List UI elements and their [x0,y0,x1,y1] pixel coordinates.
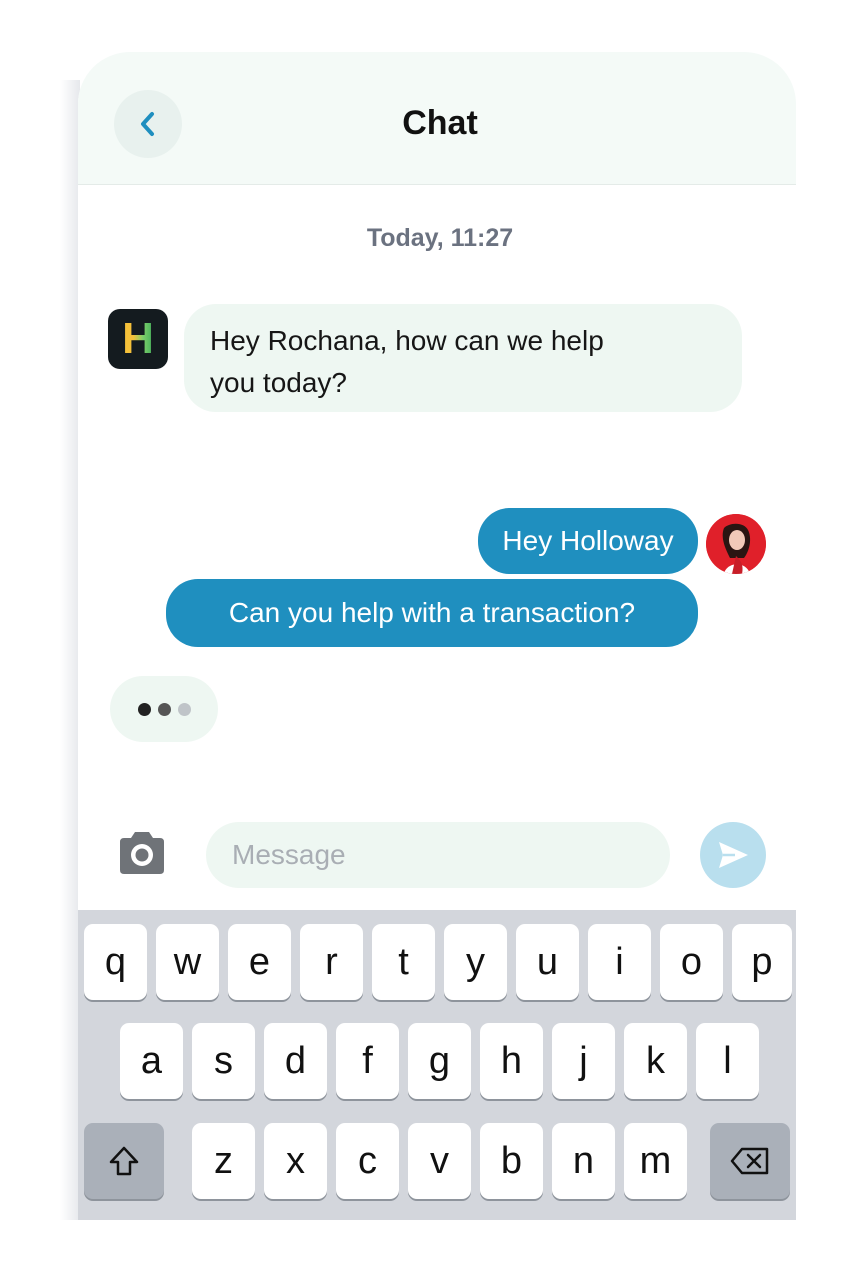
shift-key[interactable] [84,1123,164,1199]
user-message-text: Can you help with a transaction? [228,597,636,628]
backspace-icon [730,1147,769,1175]
key[interactable]: o [660,924,723,1000]
on-screen-keyboard: q w e r t y u i o p a s d f g h j k l z … [78,910,796,1220]
key[interactable]: y [444,924,507,1000]
key[interactable]: d [264,1023,327,1099]
typing-dot [157,702,171,716]
bot-message-line: Hey Rochana, how can we help [210,325,604,356]
key[interactable]: t [372,924,435,1000]
key[interactable]: n [552,1123,615,1199]
typing-dot [137,702,151,716]
key[interactable]: w [156,924,219,1000]
key[interactable]: q [84,924,147,1000]
send-button[interactable] [700,822,766,888]
key[interactable]: u [516,924,579,1000]
key[interactable]: l [696,1023,759,1099]
bot-message-bubble: Hey Rochana, how can we help you today? [184,304,742,412]
key[interactable]: p [732,924,792,1000]
key[interactable]: s [192,1023,255,1099]
typing-dot [177,702,191,716]
user-message-bubble: Hey Holloway [478,508,698,574]
message-input[interactable] [206,822,670,888]
key[interactable]: e [228,924,291,1000]
key[interactable]: a [120,1023,183,1099]
key[interactable]: c [336,1123,399,1199]
key[interactable]: v [408,1123,471,1199]
key[interactable]: j [552,1023,615,1099]
camera-button[interactable] [116,830,168,876]
chat-screen: Chat Today, 11:27 H Hey Rochana, how can… [78,52,796,1220]
shift-icon [109,1146,139,1176]
key[interactable]: x [264,1123,327,1199]
key[interactable]: m [624,1123,687,1199]
key[interactable]: k [624,1023,687,1099]
key[interactable]: i [588,924,651,1000]
bot-message-line: you today? [210,367,347,398]
key[interactable]: z [192,1123,255,1199]
key[interactable]: g [408,1023,471,1099]
user-message-bubble: Can you help with a transaction? [166,579,698,647]
user-photo-icon [706,514,766,574]
send-icon [719,842,748,868]
backspace-key[interactable] [710,1123,790,1199]
typing-indicator [110,676,218,742]
device-shadow [60,80,80,1220]
chat-header: Chat [78,52,796,185]
message-timestamp: Today, 11:27 [366,224,514,252]
key[interactable]: h [480,1023,543,1099]
key[interactable]: r [300,924,363,1000]
page-title: Chat [402,104,478,142]
bot-avatar: H [108,309,168,369]
camera-icon [120,832,164,874]
user-avatar [706,514,766,574]
user-message-text: Hey Holloway [502,525,674,556]
key[interactable]: b [480,1123,543,1199]
key[interactable]: f [336,1023,399,1099]
bot-avatar-letter: H [122,314,154,363]
